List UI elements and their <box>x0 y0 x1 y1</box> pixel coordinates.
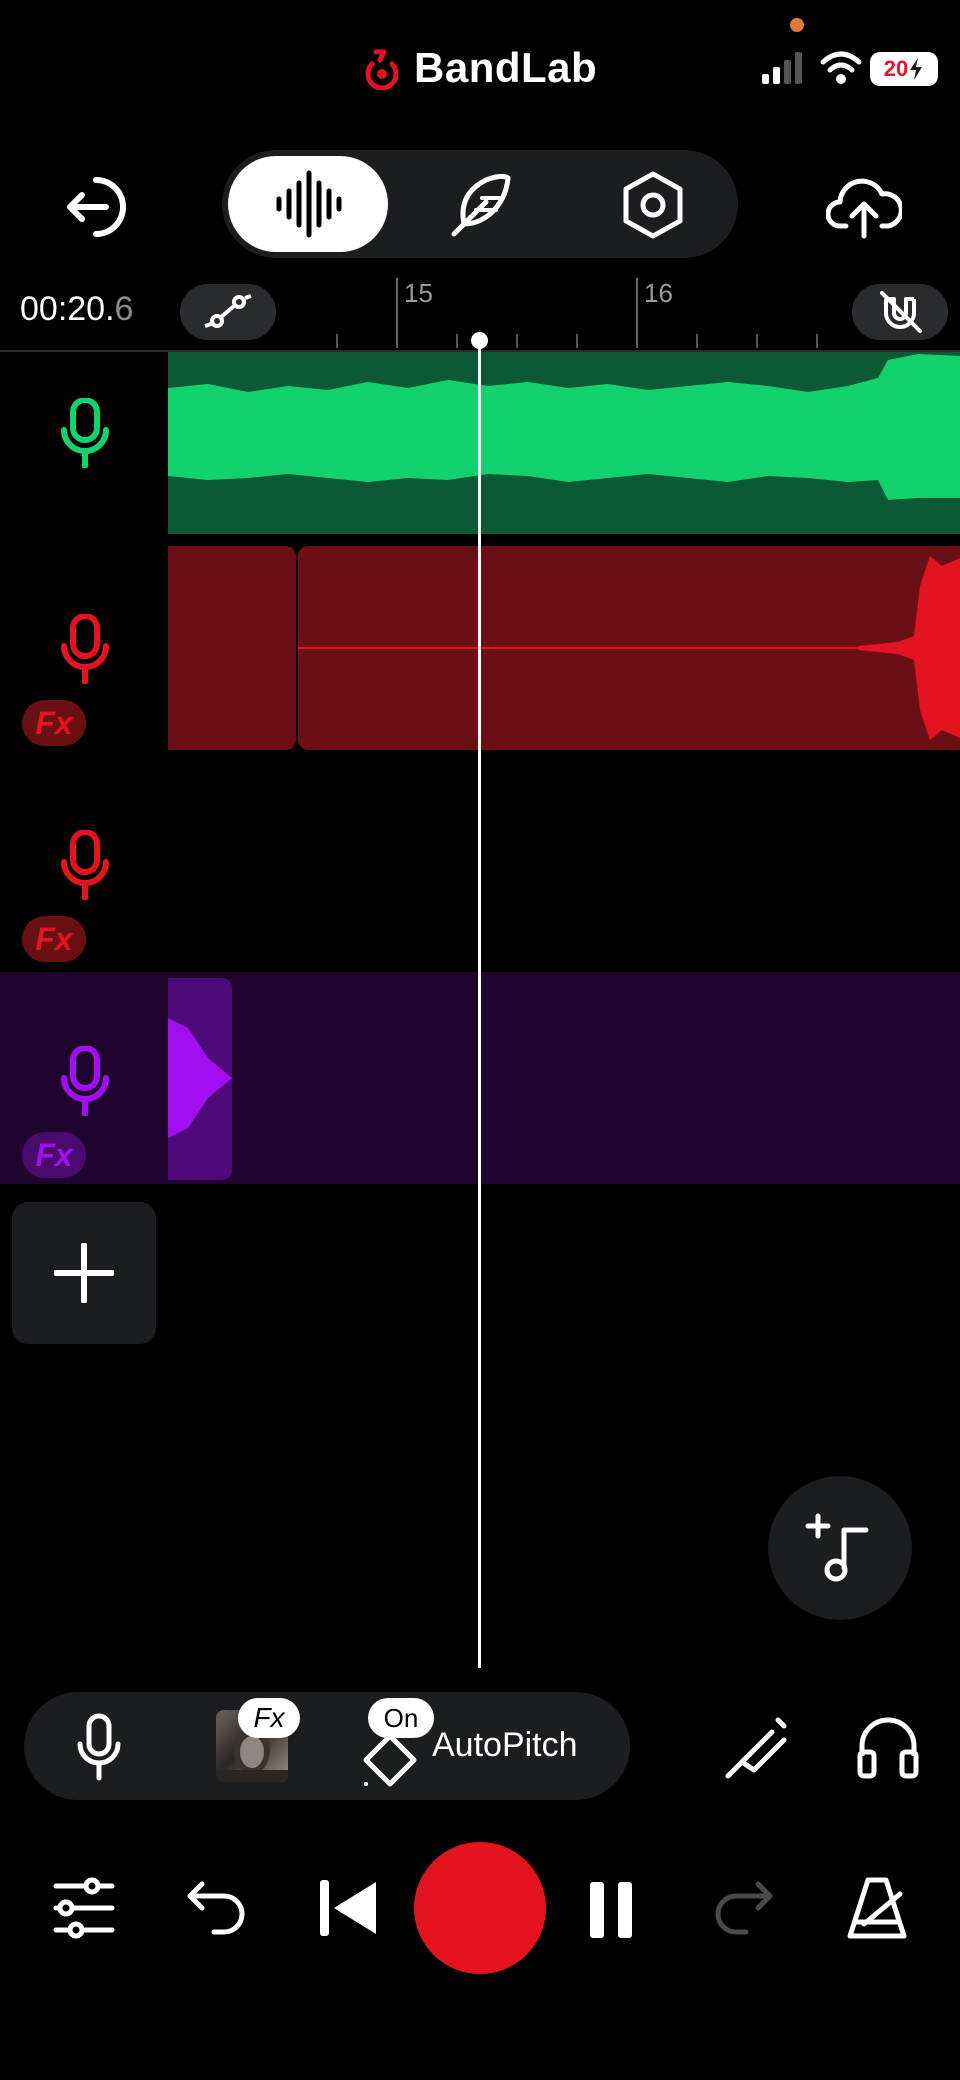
ruler-marker <box>396 278 398 348</box>
playhead-handle[interactable] <box>471 332 488 349</box>
mixer-sliders-icon[interactable] <box>52 1876 116 1940</box>
ruler-tick <box>696 334 698 348</box>
track-4-mic-icon[interactable] <box>60 1046 110 1116</box>
tuner-fork-icon[interactable] <box>720 1712 792 1784</box>
autopitch-icon[interactable] <box>360 1730 420 1790</box>
track-4-waveform <box>168 1018 232 1138</box>
brand-logo: BandLab <box>362 38 597 98</box>
time-main: 00:20. <box>20 290 115 328</box>
add-track-button[interactable] <box>12 1202 156 1344</box>
track-1-waveform <box>168 354 960 500</box>
status-bar: BandLab 20 <box>0 0 960 120</box>
time-readout: 00:20.6 <box>20 290 133 329</box>
ruler-label-15: 15 <box>404 278 433 308</box>
track-1-clip[interactable] <box>168 352 960 534</box>
ruler-marker <box>636 278 638 348</box>
add-instrument-button[interactable] <box>768 1476 912 1620</box>
mode-waveform-button[interactable] <box>228 156 388 252</box>
battery-level: 20 <box>883 56 909 81</box>
feather-icon[interactable] <box>446 170 516 240</box>
track-4-clip[interactable] <box>168 978 232 1180</box>
time-fraction: 6 <box>114 290 134 328</box>
track-2-waveform <box>298 556 960 740</box>
brand-name: BandLab <box>414 44 598 91</box>
track-2-fx-badge[interactable]: Fx <box>22 700 86 746</box>
input-mic-icon[interactable] <box>74 1712 124 1782</box>
snap-toggle-button[interactable] <box>852 284 948 340</box>
ruler-tick <box>516 334 518 348</box>
ruler-tick <box>576 334 578 348</box>
track-3-fx-badge[interactable]: Fx <box>22 916 86 962</box>
exit-icon[interactable] <box>62 172 132 242</box>
playhead[interactable] <box>478 340 481 1668</box>
settings-hex-icon[interactable] <box>618 170 688 240</box>
track-2-mic-icon[interactable] <box>60 614 110 684</box>
autopitch-label[interactable]: AutoPitch <box>432 1726 578 1765</box>
automation-icon <box>204 294 252 328</box>
ruler-tick <box>816 334 818 348</box>
metronome-icon[interactable] <box>844 1874 910 1940</box>
track-3-mic-icon[interactable] <box>60 830 110 900</box>
fx-tag: Fx <box>238 1698 300 1738</box>
bandlab-logo-icon <box>365 49 399 90</box>
ruler-tick <box>336 334 338 348</box>
camera-indicator <box>790 18 804 32</box>
cloud-upload-icon[interactable] <box>826 170 902 240</box>
skip-to-start-icon[interactable] <box>316 1878 380 1938</box>
ruler-tick <box>456 334 458 348</box>
plus-icon <box>54 1243 114 1303</box>
track-2-clip-a[interactable] <box>168 546 296 750</box>
record-button[interactable] <box>414 1842 546 1974</box>
add-music-note-icon <box>805 1513 869 1582</box>
ruler-label-16: 16 <box>644 278 673 308</box>
pause-icon[interactable] <box>588 1882 636 1938</box>
track-2-clip-b[interactable] <box>298 546 960 750</box>
automation-button[interactable] <box>180 284 276 340</box>
track-4-fx-badge[interactable]: Fx <box>22 1132 86 1178</box>
magnet-off-icon <box>880 291 922 333</box>
ruler-tick <box>756 334 758 348</box>
undo-icon[interactable] <box>184 1876 248 1940</box>
wifi-icon <box>820 51 862 84</box>
headphones-icon[interactable] <box>854 1712 922 1780</box>
redo-icon[interactable] <box>712 1876 776 1940</box>
battery-indicator: 20 <box>870 52 938 86</box>
waveform-icon <box>276 170 342 238</box>
autopitch-on-tag: On <box>368 1698 434 1738</box>
cellular-signal-icon <box>762 52 802 84</box>
charging-icon <box>910 58 923 80</box>
track-1-mic-icon[interactable] <box>60 398 110 468</box>
